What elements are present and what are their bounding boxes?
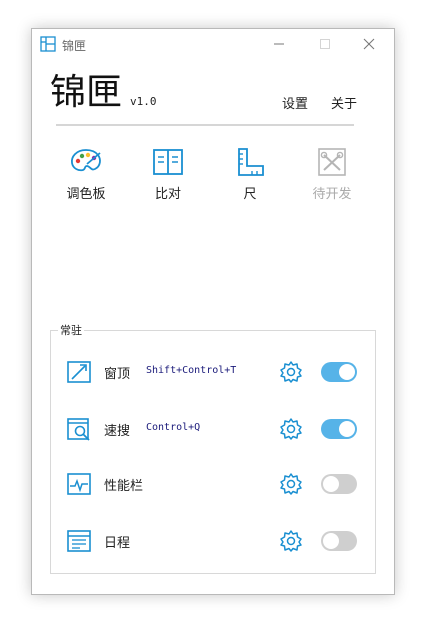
toggle-switch[interactable] [321, 362, 357, 382]
app-window: 锦匣 锦匣 v1.0 设置 关于 调色板 比对 尺 待开发 常驻 窗顶 Shif… [31, 28, 395, 595]
maximize-icon[interactable] [318, 37, 332, 51]
minimize-icon[interactable] [272, 37, 286, 51]
resident-row-schedule: 日程 [66, 526, 366, 556]
tool-ruler-button[interactable]: 尺 [214, 147, 286, 209]
tool-wip-label: 待开发 [312, 187, 352, 202]
about-link[interactable]: 关于 [331, 93, 357, 112]
resident-legend: 常驻 [58, 322, 84, 338]
toggle-knob [323, 476, 339, 492]
search-window-icon [67, 418, 90, 441]
toggle-switch[interactable] [321, 419, 357, 439]
gear-icon[interactable] [279, 417, 303, 441]
hotkey-label: Control+Q [146, 422, 201, 433]
resident-row-label: 速搜 [104, 424, 131, 439]
title-bar[interactable]: 锦匣 [32, 29, 394, 59]
compare-icon [153, 149, 183, 175]
gear-icon[interactable] [279, 529, 303, 553]
tool-palette-button[interactable]: 调色板 [50, 147, 122, 209]
close-icon[interactable] [362, 37, 376, 51]
resident-row-pin: 窗顶 Shift+Control+T [66, 357, 366, 387]
ruler-icon [238, 148, 264, 176]
settings-link[interactable]: 设置 [282, 93, 308, 112]
version-label: v1.0 [130, 95, 157, 108]
resident-row-search: 速搜 Control+Q [66, 414, 366, 444]
schedule-icon [67, 530, 91, 552]
toggle-knob [339, 364, 355, 380]
tool-ruler-label: 尺 [243, 187, 257, 202]
resident-row-label: 性能栏 [104, 479, 144, 494]
resident-row-performance: 性能栏 [66, 469, 366, 499]
gear-icon[interactable] [279, 360, 303, 384]
window-title: 锦匣 [62, 39, 87, 53]
pin-window-icon [67, 361, 91, 383]
app-logo-icon [40, 36, 56, 52]
resident-row-label: 窗顶 [104, 367, 131, 382]
performance-icon [67, 473, 91, 495]
hotkey-label: Shift+Control+T [146, 365, 237, 376]
tool-compare-label: 比对 [154, 187, 181, 202]
brand-title: 锦匣 [50, 72, 123, 113]
tool-wip-button: 待开发 [296, 147, 368, 209]
toggle-switch[interactable] [321, 531, 357, 551]
header-divider [56, 124, 354, 126]
palette-icon [71, 149, 101, 172]
toggle-knob [339, 421, 355, 437]
resident-row-label: 日程 [104, 536, 131, 551]
gear-icon[interactable] [279, 472, 303, 496]
tool-palette-label: 调色板 [66, 187, 106, 202]
toggle-knob [323, 533, 339, 549]
tools-icon [318, 148, 346, 176]
tool-compare-button[interactable]: 比对 [132, 147, 204, 209]
toggle-switch[interactable] [321, 474, 357, 494]
